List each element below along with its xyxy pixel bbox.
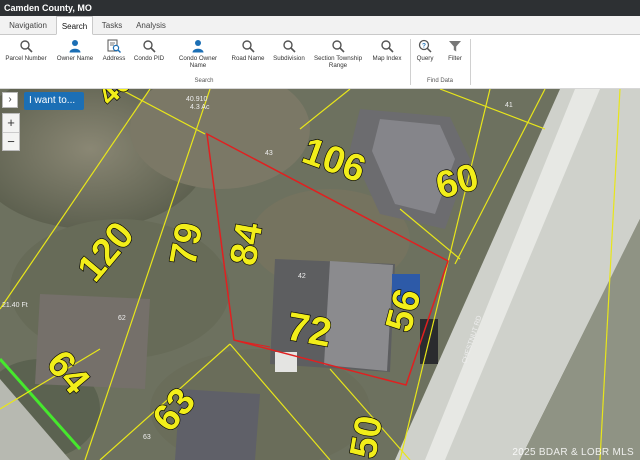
search-ribbon: Parcel Number Owner Name Address Condo P… bbox=[0, 35, 640, 89]
address-button[interactable]: Address bbox=[99, 39, 129, 62]
magnifier-icon bbox=[332, 40, 345, 53]
lot-number: 106 bbox=[297, 130, 371, 191]
tab-analysis[interactable]: Analysis bbox=[130, 16, 172, 35]
address-number-label: 42 bbox=[298, 273, 306, 280]
ribbon-separator bbox=[410, 39, 411, 85]
address-search-icon bbox=[107, 39, 121, 53]
person-icon bbox=[69, 40, 81, 53]
lot-number: 50 bbox=[343, 413, 392, 460]
zoom-in-button[interactable]: + bbox=[3, 114, 19, 132]
tab-tasks[interactable]: Tasks bbox=[96, 16, 128, 35]
lot-number-layer: 106 60 120 79 84 72 56 64 63 50 40 40.91… bbox=[2, 89, 513, 460]
lot-number: 63 bbox=[145, 380, 204, 439]
road-name-button[interactable]: Road Name bbox=[228, 39, 268, 62]
magnifier-icon bbox=[242, 40, 255, 53]
magnifier-icon bbox=[381, 40, 394, 53]
expand-panel-button[interactable]: › bbox=[2, 92, 18, 108]
find-data-group-label: Find Data bbox=[426, 78, 453, 84]
ribbon-separator bbox=[470, 39, 471, 85]
person-icon bbox=[192, 40, 204, 53]
zoom-control: + − bbox=[2, 113, 20, 151]
mls-watermark: 2025 BDAR & LOBR MLS bbox=[512, 447, 634, 458]
zoom-out-button[interactable]: − bbox=[3, 132, 19, 150]
road-name-label: Road Name bbox=[231, 55, 265, 62]
address-number-label: 62 bbox=[118, 315, 126, 322]
lot-number: 72 bbox=[283, 305, 334, 356]
app-title: Camden County, MO bbox=[0, 0, 640, 16]
road-name-label: CHESTNUT RD bbox=[461, 315, 483, 365]
lot-number: 84 bbox=[223, 220, 272, 269]
condo-owner-name-label: Condo Owner Name bbox=[178, 55, 218, 69]
filter-button[interactable]: Filter bbox=[442, 39, 468, 62]
condo-owner-name-button[interactable]: Condo Owner Name bbox=[174, 39, 222, 69]
lot-number: 60 bbox=[431, 156, 483, 208]
tab-navigation[interactable]: Navigation bbox=[2, 16, 54, 35]
address-number-label: 41 bbox=[505, 102, 513, 109]
magnifier-icon bbox=[283, 40, 296, 53]
i-want-to-button[interactable]: I want to... bbox=[24, 92, 84, 110]
map-index-button[interactable]: Map Index bbox=[368, 39, 406, 62]
query-button[interactable]: ? Query bbox=[412, 39, 438, 62]
lot-number: 64 bbox=[38, 343, 97, 402]
parcel-number-button[interactable]: Parcel Number bbox=[3, 39, 49, 62]
subdivision-label: Subdivision bbox=[273, 55, 305, 62]
owner-name-label: Owner Name bbox=[56, 55, 94, 62]
query-icon: ? bbox=[418, 39, 432, 53]
lot-number: 79 bbox=[163, 220, 212, 269]
condo-pid-label: Condo PID bbox=[133, 55, 165, 62]
address-number-label: 43 bbox=[265, 150, 273, 157]
filter-icon bbox=[449, 41, 461, 52]
parcel-dimension-label: 40.910 bbox=[186, 96, 208, 103]
tab-search[interactable]: Search bbox=[56, 16, 93, 35]
map-view[interactable]: 106 60 120 79 84 72 56 64 63 50 40 40.91… bbox=[0, 89, 640, 460]
address-label: Address bbox=[102, 55, 126, 62]
map-index-label: Map Index bbox=[372, 55, 402, 62]
query-label: Query bbox=[416, 55, 434, 62]
owner-name-button[interactable]: Owner Name bbox=[54, 39, 96, 62]
lot-number: 40 bbox=[92, 89, 139, 112]
parcel-dimension-label: 21.40 Ft bbox=[2, 302, 28, 309]
parcel-number-label: Parcel Number bbox=[5, 55, 47, 62]
ribbon-tabs: Navigation Search Tasks Analysis bbox=[0, 16, 640, 35]
address-number-label: 63 bbox=[143, 434, 151, 441]
lot-number: 120 bbox=[70, 214, 143, 290]
parcel-acreage-label: 4.3 Ac bbox=[190, 104, 210, 111]
condo-pid-button[interactable]: Condo PID bbox=[131, 39, 167, 62]
magnifier-icon bbox=[20, 40, 33, 53]
section-township-range-button[interactable]: Section Township Range bbox=[312, 39, 364, 69]
lot-number: 56 bbox=[378, 285, 430, 337]
search-group-label: Search bbox=[194, 78, 214, 84]
subdivision-button[interactable]: Subdivision bbox=[270, 39, 308, 62]
section-township-range-label: Section Township Range bbox=[313, 55, 363, 69]
filter-label: Filter bbox=[448, 55, 462, 62]
magnifier-icon bbox=[143, 40, 156, 53]
svg-text:?: ? bbox=[422, 42, 426, 49]
